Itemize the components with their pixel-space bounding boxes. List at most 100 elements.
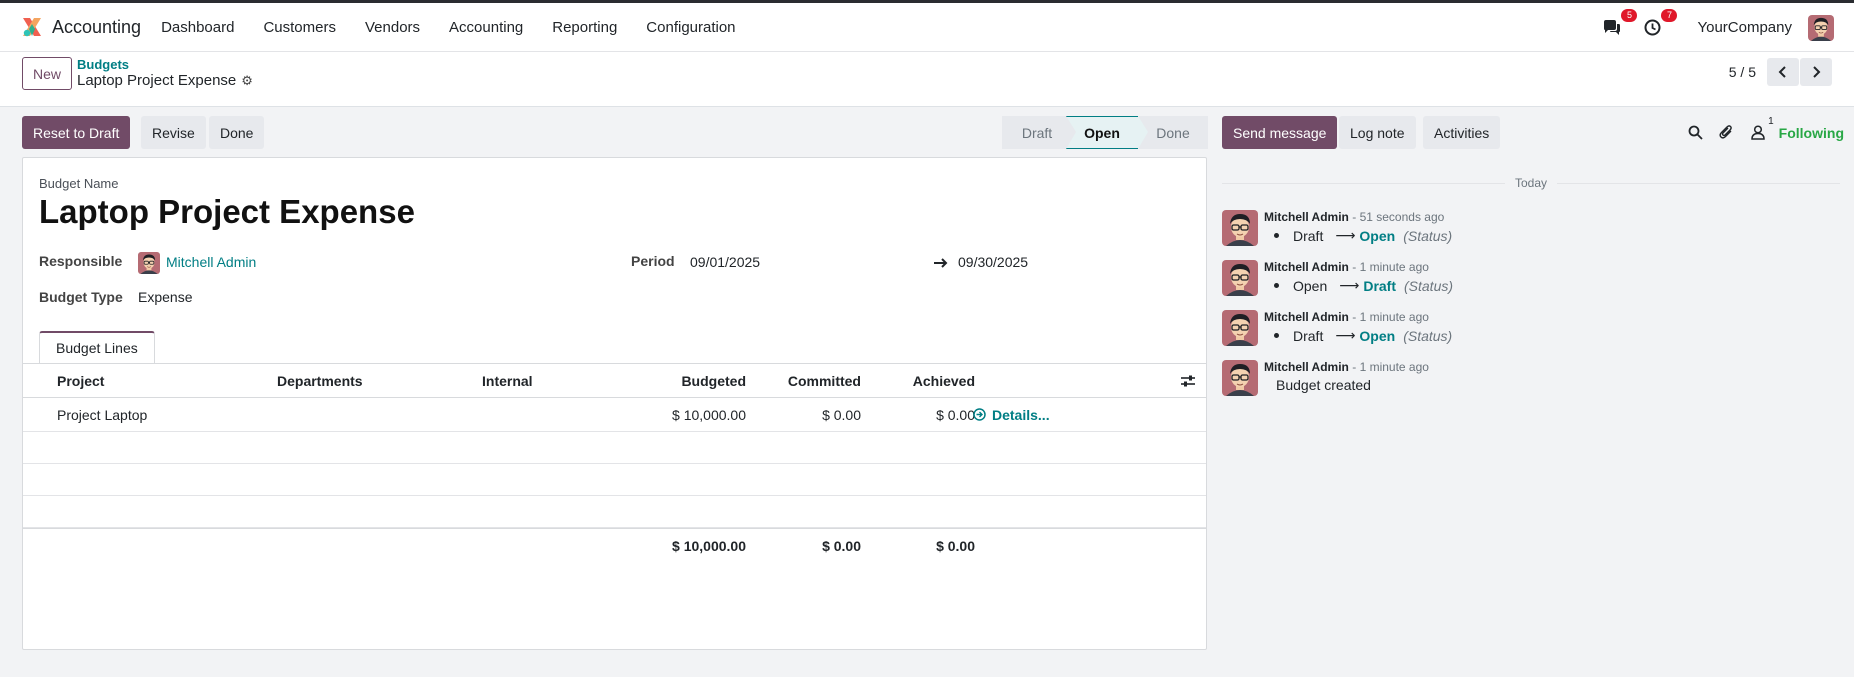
menu-vendors[interactable]: Vendors bbox=[365, 19, 420, 36]
col-project[interactable]: Project bbox=[57, 364, 104, 397]
message-author-name: Mitchell Admin bbox=[1264, 310, 1349, 324]
tracking-field: (Status) bbox=[1403, 327, 1453, 344]
message-time: - 1 minute ago bbox=[1352, 260, 1429, 274]
total-committed: $ 0.00 bbox=[822, 537, 861, 554]
table-row[interactable]: Project Laptop $ 10,000.00 $ 0.00 $ 0.00… bbox=[23, 398, 1206, 432]
pager-previous-button[interactable] bbox=[1767, 58, 1799, 86]
log-note-button[interactable]: Log note bbox=[1339, 116, 1416, 149]
user-avatar[interactable] bbox=[1808, 15, 1834, 41]
user-icon bbox=[1750, 125, 1765, 140]
arrow-right-icon: ⟶ bbox=[1335, 227, 1356, 243]
period-end-field[interactable]: 09/30/2025 bbox=[958, 254, 1028, 270]
message-tracking: Draft ⟶ Open (Status) bbox=[1274, 327, 1452, 344]
following-button[interactable]: Following bbox=[1779, 125, 1844, 141]
cell-achieved: $ 0.00 bbox=[936, 406, 975, 423]
message-tracking: Draft ⟶ Open (Status) bbox=[1274, 227, 1452, 244]
control-panel: New Budgets Laptop Project Expense ⚙ 5 /… bbox=[0, 52, 1854, 107]
chat-bubbles-icon bbox=[1604, 19, 1621, 35]
date-separator-label: Today bbox=[1505, 176, 1558, 190]
reset-to-draft-button[interactable]: Reset to Draft bbox=[22, 116, 131, 149]
column-settings-icon[interactable] bbox=[1180, 373, 1196, 389]
tracking-old-value: Draft bbox=[1293, 227, 1324, 244]
status-stages: Draft Open Done bbox=[1002, 116, 1208, 149]
col-departments[interactable]: Departments bbox=[277, 364, 363, 397]
message-body: Budget created bbox=[1276, 377, 1371, 393]
company-switcher[interactable]: YourCompany bbox=[1697, 19, 1792, 36]
col-achieved[interactable]: Achieved bbox=[861, 364, 975, 397]
message-author-avatar[interactable] bbox=[1222, 210, 1258, 246]
stage-open[interactable]: Open bbox=[1066, 116, 1138, 149]
budget-name-field[interactable]: Laptop Project Expense bbox=[39, 193, 415, 231]
activities-button[interactable]: Activities bbox=[1423, 116, 1501, 149]
paperclip-icon bbox=[1719, 125, 1733, 139]
menu-reporting[interactable]: Reporting bbox=[552, 19, 617, 36]
period-label: Period bbox=[631, 253, 675, 269]
details-button[interactable]: Details... bbox=[973, 398, 1050, 431]
table-header: Project Departments Internal Budgeted Co… bbox=[23, 364, 1206, 398]
table-row-empty bbox=[23, 496, 1206, 528]
chatter-tools: 1 Following bbox=[1676, 116, 1844, 149]
pager: 5 / 5 bbox=[1729, 58, 1832, 86]
revise-button[interactable]: Revise bbox=[141, 116, 206, 149]
menu-accounting[interactable]: Accounting bbox=[449, 19, 523, 36]
followers-button[interactable]: 1 bbox=[1747, 116, 1774, 144]
breadcrumb-current: Laptop Project Expense ⚙ bbox=[77, 72, 253, 89]
done-button[interactable]: Done bbox=[209, 116, 265, 149]
messaging-menu[interactable]: 5 bbox=[1601, 8, 1638, 39]
message-author-avatar[interactable] bbox=[1222, 310, 1258, 346]
stage-separator bbox=[1138, 116, 1148, 149]
form-sheet: Budget Name Laptop Project Expense Respo… bbox=[22, 157, 1207, 650]
message-time: - 51 seconds ago bbox=[1352, 210, 1445, 224]
gear-icon[interactable]: ⚙ bbox=[241, 73, 253, 89]
followers-count: 1 bbox=[1768, 115, 1774, 127]
menu-dashboard[interactable]: Dashboard bbox=[161, 19, 234, 36]
tracking-new-value: Open bbox=[1359, 227, 1396, 244]
tab-budget-lines[interactable]: Budget Lines bbox=[39, 331, 155, 364]
message-author[interactable]: Mitchell Admin - 1 minute ago bbox=[1264, 360, 1429, 374]
pager-next-button[interactable] bbox=[1800, 58, 1832, 86]
chevron-right-icon bbox=[1813, 66, 1821, 78]
budget-lines-table: Project Departments Internal Budgeted Co… bbox=[23, 364, 1206, 562]
tracking-old-value: Draft bbox=[1293, 327, 1324, 344]
systray: 5 7 YourCompany bbox=[1601, 3, 1854, 52]
menu-customers[interactable]: Customers bbox=[263, 19, 336, 36]
new-button[interactable]: New bbox=[22, 57, 73, 90]
message-author-avatar[interactable] bbox=[1222, 360, 1258, 396]
attachments-button[interactable] bbox=[1716, 122, 1738, 144]
message-author[interactable]: Mitchell Admin - 1 minute ago bbox=[1264, 260, 1429, 274]
message-author[interactable]: Mitchell Admin - 1 minute ago bbox=[1264, 310, 1429, 324]
stage-done[interactable]: Done bbox=[1138, 116, 1208, 149]
col-internal[interactable]: Internal bbox=[482, 364, 533, 397]
chatter-panel: Send message Log note Activities 1 Follo… bbox=[1222, 108, 1854, 677]
pager-value[interactable]: 5 / 5 bbox=[1729, 64, 1756, 80]
cell-budgeted: $ 10,000.00 bbox=[672, 406, 746, 423]
message-author-name: Mitchell Admin bbox=[1264, 260, 1349, 274]
cell-project: Project Laptop bbox=[57, 406, 148, 423]
breadcrumb-budgets[interactable]: Budgets bbox=[77, 57, 129, 72]
message-author[interactable]: Mitchell Admin - 51 seconds ago bbox=[1264, 210, 1444, 224]
col-budgeted[interactable]: Budgeted bbox=[543, 364, 746, 397]
arrow-right-icon: ⟶ bbox=[1339, 277, 1360, 293]
responsible-field[interactable]: Mitchell Admin bbox=[166, 254, 256, 270]
table-totals-row: $ 10,000.00 $ 0.00 $ 0.00 bbox=[23, 528, 1206, 562]
breadcrumb-current-label: Laptop Project Expense bbox=[77, 72, 237, 89]
message-author-name: Mitchell Admin bbox=[1264, 360, 1349, 374]
bullet bbox=[1274, 333, 1279, 338]
search-messages-button[interactable] bbox=[1685, 122, 1707, 144]
app-name: Accounting bbox=[52, 16, 142, 37]
tracking-old-value: Open bbox=[1293, 277, 1328, 294]
menu-configuration[interactable]: Configuration bbox=[646, 19, 735, 36]
col-committed[interactable]: Committed bbox=[746, 364, 861, 397]
arrow-circle-right-icon bbox=[973, 408, 986, 421]
search-icon bbox=[1688, 125, 1703, 140]
message-author-avatar[interactable] bbox=[1222, 260, 1258, 296]
stage-draft[interactable]: Draft bbox=[1002, 116, 1066, 149]
clock-icon bbox=[1644, 19, 1661, 36]
app-brand[interactable]: Accounting bbox=[21, 16, 141, 38]
bullet bbox=[1274, 283, 1279, 288]
send-message-button[interactable]: Send message bbox=[1222, 116, 1338, 149]
period-start-field[interactable]: 09/01/2025 bbox=[690, 254, 760, 270]
table-row-empty bbox=[23, 432, 1206, 464]
budget-type-field[interactable]: Expense bbox=[138, 289, 192, 305]
activity-menu[interactable]: 7 bbox=[1641, 8, 1678, 39]
